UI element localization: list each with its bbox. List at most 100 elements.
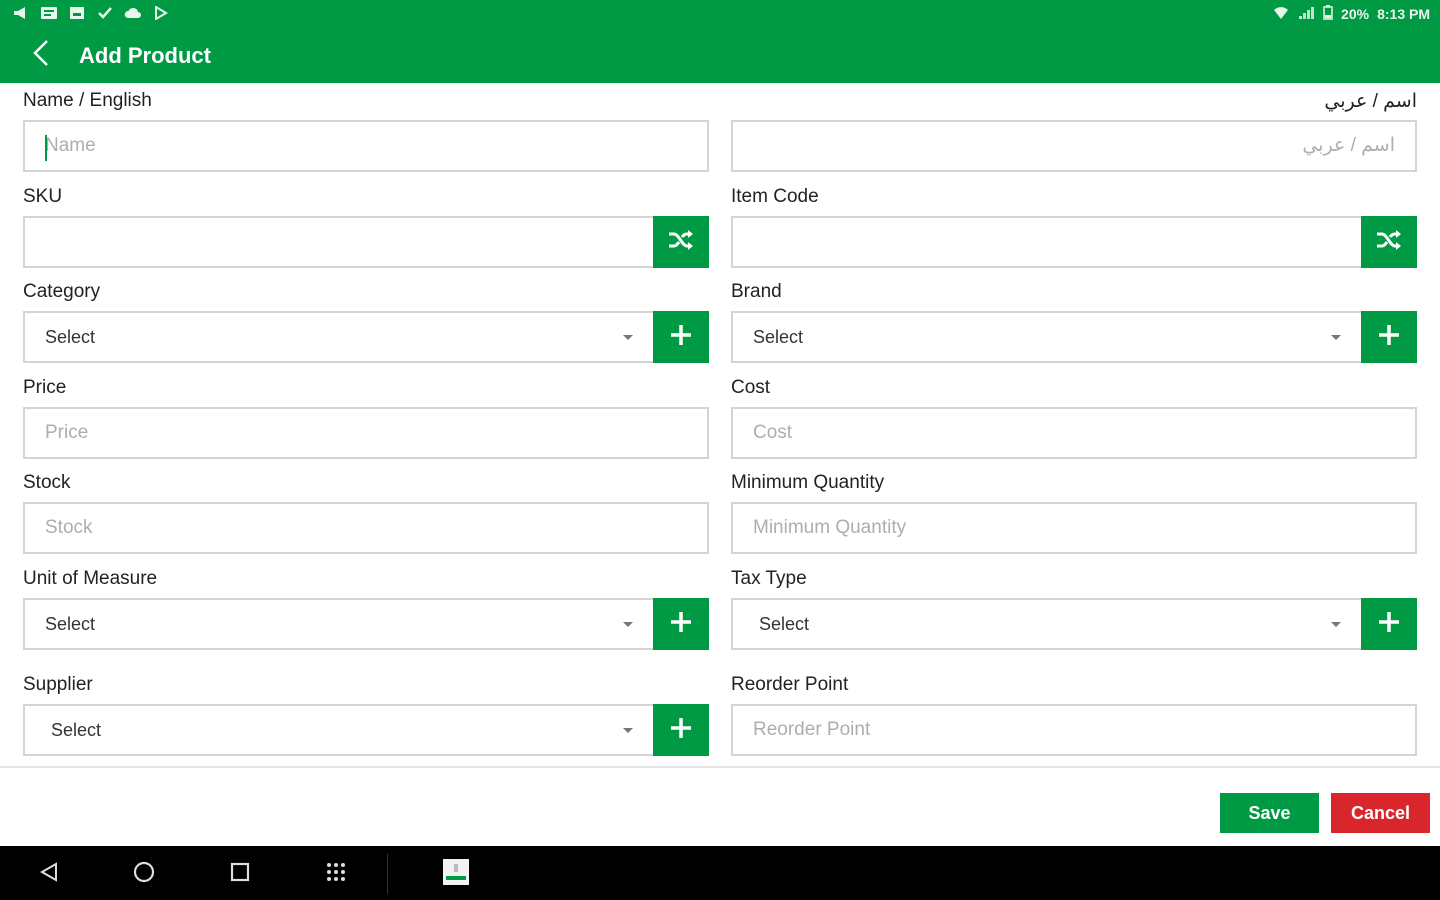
chevron-left-icon (32, 39, 50, 72)
caret-down-icon (623, 621, 633, 627)
cloud-icon (124, 5, 142, 21)
field-supplier: Supplier Select (23, 674, 709, 756)
add-supplier-button[interactable] (653, 704, 709, 756)
page-title: Add Product (79, 43, 211, 68)
nav-recents-button[interactable] (225, 859, 255, 889)
reorder-point-input[interactable] (733, 706, 1415, 754)
grid-apps-icon (324, 860, 348, 889)
supplier-select[interactable]: Select (23, 704, 655, 756)
text-cursor (45, 135, 47, 161)
field-price: Price (23, 377, 709, 459)
category-selected: Select (45, 326, 96, 347)
plus-icon (669, 323, 693, 352)
caret-down-icon (1331, 334, 1341, 340)
plus-icon (1377, 610, 1401, 639)
field-name-english: Name / English (23, 90, 709, 180)
item-code-input[interactable] (733, 218, 1361, 266)
field-minimum-quantity: Minimum Quantity (731, 472, 1417, 554)
action-footer: Save Cancel (0, 766, 1440, 846)
label-category: Category (23, 281, 101, 302)
triangle-back-icon (38, 861, 60, 888)
label-item-code: Item Code (731, 186, 819, 207)
reorder-point-box (731, 704, 1417, 756)
sku-input[interactable] (25, 218, 653, 266)
add-tax-type-button[interactable] (1361, 598, 1417, 650)
status-right: 20% 8:13 PM (1273, 5, 1430, 23)
name-english-box (23, 120, 709, 172)
label-unit-of-measure: Unit of Measure (23, 568, 158, 589)
field-brand: Brand Select (731, 281, 1417, 363)
name-arabic-input[interactable] (733, 122, 1415, 170)
field-tax-type: Tax Type Select (731, 568, 1417, 650)
field-reorder-point: Reorder Point (731, 674, 1417, 756)
check-icon (96, 5, 114, 21)
label-sku: SKU (23, 186, 63, 207)
status-bar: 20% 8:13 PM (0, 0, 1440, 28)
generate-item-code-button[interactable] (1361, 216, 1417, 268)
cost-input[interactable] (733, 409, 1415, 457)
plus-icon (1377, 323, 1401, 352)
sku-box (23, 216, 655, 268)
tax-type-selected: Select (759, 613, 810, 634)
plus-icon (669, 716, 693, 745)
wifi-icon (1273, 6, 1289, 23)
field-sku: SKU (23, 186, 709, 268)
tax-type-select[interactable]: Select (731, 598, 1363, 650)
cost-box (731, 407, 1417, 459)
square-recents-icon (229, 861, 251, 888)
back-button[interactable] (26, 39, 56, 72)
nav-pinned-app-button[interactable] (441, 858, 471, 891)
shuffle-icon (1375, 229, 1403, 256)
label-minimum-quantity: Minimum Quantity (731, 472, 885, 493)
label-stock: Stock (23, 472, 71, 493)
nav-home-button[interactable] (129, 859, 159, 889)
add-unit-of-measure-button[interactable] (653, 598, 709, 650)
image-icon (68, 5, 86, 21)
item-code-box (731, 216, 1363, 268)
supplier-selected: Select (51, 719, 102, 740)
app-root: 20% 8:13 PM Add Product Name / English ا… (0, 0, 1440, 900)
field-stock: Stock (23, 472, 709, 554)
shuffle-icon (667, 229, 695, 256)
app-bar: Add Product (0, 28, 1440, 83)
caret-down-icon (623, 334, 633, 340)
field-category: Category Select (23, 281, 709, 363)
name-english-input[interactable] (25, 122, 707, 170)
label-supplier: Supplier (23, 674, 93, 695)
notification-icons (12, 5, 170, 21)
caret-down-icon (1331, 621, 1341, 627)
unit-of-measure-selected: Select (45, 613, 96, 634)
stock-input[interactable] (25, 504, 707, 552)
product-form: Name / English اسم / عربي SKU (0, 83, 1440, 766)
stock-box (23, 502, 709, 554)
message-icon (40, 5, 58, 21)
plus-icon (669, 610, 693, 639)
category-select[interactable]: Select (23, 311, 655, 363)
label-name-arabic: اسم / عربي (1324, 91, 1417, 112)
save-button[interactable]: Save (1220, 793, 1319, 833)
add-brand-button[interactable] (1361, 311, 1417, 363)
label-name-english: Name / English (23, 90, 152, 111)
price-box (23, 407, 709, 459)
signal-icon (1297, 6, 1315, 23)
unit-of-measure-select[interactable]: Select (23, 598, 655, 650)
brand-select[interactable]: Select (731, 311, 1363, 363)
label-brand: Brand (731, 281, 782, 302)
battery-icon (1323, 5, 1333, 23)
nav-apps-button[interactable] (321, 859, 351, 889)
price-input[interactable] (25, 409, 707, 457)
add-category-button[interactable] (653, 311, 709, 363)
field-item-code: Item Code (731, 186, 1417, 268)
caret-down-icon (623, 727, 633, 733)
battery-level: 20% (1341, 6, 1370, 22)
cancel-button[interactable]: Cancel (1331, 793, 1430, 833)
app-thumbnail-icon (442, 858, 470, 891)
nav-back-button[interactable] (34, 859, 64, 889)
minimum-quantity-input[interactable] (733, 504, 1415, 552)
play-store-icon (152, 5, 170, 21)
system-nav-bar (0, 846, 1440, 900)
generate-sku-button[interactable] (653, 216, 709, 268)
circle-home-icon (132, 860, 156, 889)
label-reorder-point: Reorder Point (731, 674, 849, 695)
label-cost: Cost (731, 377, 771, 398)
